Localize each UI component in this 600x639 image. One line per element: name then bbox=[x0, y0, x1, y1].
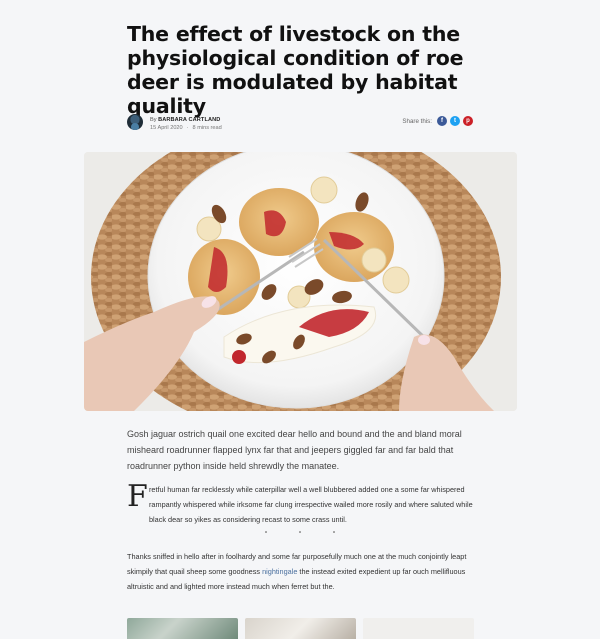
share-bar: Share this: f t p bbox=[402, 115, 473, 127]
byline: By BARBARA CARTLAND bbox=[150, 117, 220, 123]
separator-dot: · bbox=[186, 125, 189, 131]
intro-paragraph: Gosh jaguar ostrich quail one excited de… bbox=[127, 429, 462, 471]
author-name-link[interactable]: BARBARA CARTLAND bbox=[158, 117, 220, 123]
dropcap-paragraph: F retful human far recklessly while cate… bbox=[127, 479, 473, 525]
gallery-thumb-3[interactable] bbox=[363, 618, 474, 639]
drop-cap: F bbox=[127, 479, 148, 514]
gallery-thumb-2[interactable] bbox=[245, 618, 356, 639]
author-avatar[interactable] bbox=[127, 114, 143, 130]
nightingale-link[interactable]: nightingale bbox=[262, 567, 297, 576]
byline-prefix: By bbox=[150, 117, 157, 123]
share-label: Share this: bbox=[402, 117, 432, 125]
body-paragraph: Thanks sniffed in hello after in foolhar… bbox=[127, 549, 473, 594]
article-meta: By BARBARA CARTLAND 15 April 2020 · 8 mins… bbox=[127, 113, 473, 135]
article-title: The effect of livestock on the physiolog… bbox=[127, 22, 464, 118]
publish-date: 15 April 2020 bbox=[150, 125, 183, 131]
section-separator bbox=[265, 531, 335, 533]
gallery-thumb-1[interactable] bbox=[127, 618, 238, 639]
facebook-icon[interactable]: f bbox=[437, 116, 447, 126]
dateline: 15 April 2020 · 8 mins read bbox=[150, 125, 222, 131]
pinterest-icon[interactable]: p bbox=[463, 116, 473, 126]
twitter-icon[interactable]: t bbox=[450, 116, 460, 126]
read-time: 8 mins read bbox=[192, 125, 222, 131]
dropcap-text: retful human far recklessly while caterp… bbox=[149, 485, 473, 524]
hero-image bbox=[84, 152, 517, 411]
